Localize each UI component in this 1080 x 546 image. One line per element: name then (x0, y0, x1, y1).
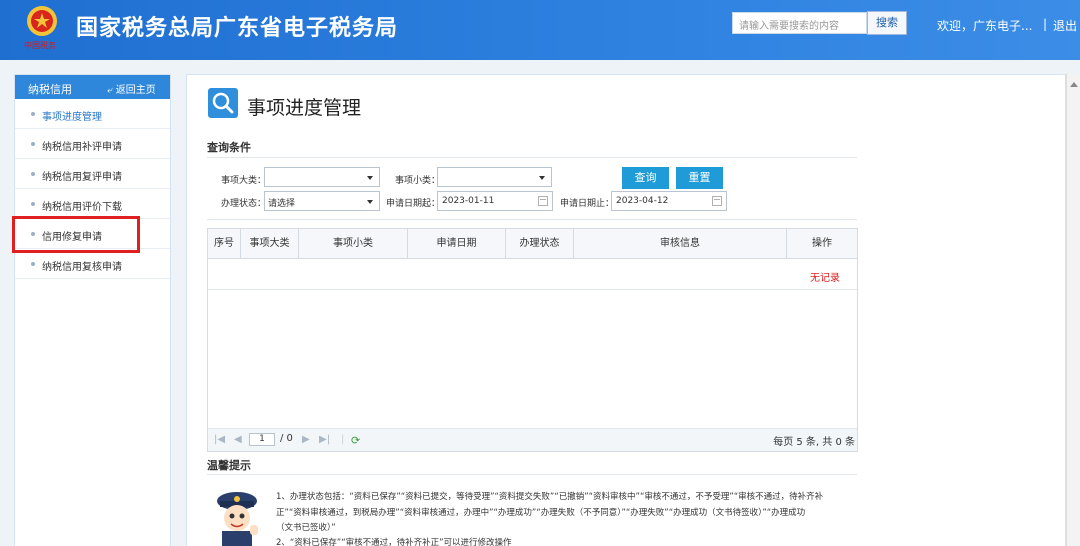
tip-line-1: 1、办理状态包括：“资料已保存”“资料已提交，等待受理”“资料提交失败”“已撤销… (276, 492, 824, 502)
calendar-icon[interactable] (538, 196, 548, 206)
sidebar-item-label: 纳税信用复核申请 (42, 262, 122, 273)
reset-button[interactable]: 重置 (676, 167, 723, 189)
prev-page-icon[interactable]: ◀ (234, 434, 242, 445)
status-selected-value: 请选择 (268, 199, 296, 209)
refresh-icon[interactable]: ⟳ (351, 434, 360, 447)
bullet-icon (31, 112, 35, 116)
section-divider (207, 219, 857, 220)
pagination-bar: |◀ ◀ 1 / 0 ▶ ▶| | ⟳ 每页 5 条, 共 0 条 (208, 428, 857, 451)
column-header: 申请日期 (408, 229, 506, 259)
column-header: 事项小类 (299, 229, 408, 259)
end-date-input[interactable]: 2023-04-12 (611, 191, 727, 211)
total-pages-text: / 0 (280, 433, 293, 444)
national-emblem-icon (27, 6, 57, 36)
column-header: 操作 (812, 238, 832, 249)
first-page-icon[interactable]: |◀ (214, 434, 225, 445)
bullet-icon (31, 172, 35, 176)
next-page-icon[interactable]: ▶ (302, 434, 310, 445)
sidebar-item-label: 事项进度管理 (42, 112, 102, 123)
bullet-icon (31, 202, 35, 206)
emblem-caption: 中国税务 (24, 41, 56, 50)
highlight-annotation-box (12, 216, 140, 253)
sidebar-item-label: 纳税信用补评申请 (42, 142, 122, 153)
sidebar-item-reevaluate[interactable]: 纳税信用复评申请 (15, 159, 170, 189)
section-divider (207, 474, 857, 475)
tip-line-3: （文书已签收）” (276, 523, 336, 533)
status-select[interactable]: 请选择 (264, 191, 380, 211)
calendar-icon[interactable] (712, 196, 722, 206)
tips-title: 温馨提示 (207, 459, 251, 472)
bullet-icon (31, 262, 35, 266)
pager-separator: | (341, 434, 345, 445)
sidebar-item-supplement[interactable]: 纳税信用补评申请 (15, 129, 170, 159)
chevron-down-icon (367, 176, 373, 180)
scroll-up-arrow-icon[interactable] (1070, 82, 1078, 87)
status-label: 办理状态： (221, 199, 267, 209)
query-button[interactable]: 查询 (622, 167, 669, 189)
logout-link[interactable]: 退出 (1053, 17, 1077, 34)
search-button[interactable]: 搜索 (867, 11, 907, 35)
start-date-input[interactable]: 2023-01-11 (437, 191, 553, 211)
no-records-text: 无记录 (810, 273, 840, 284)
progress-table: 序号 事项大类 事项小类 申请日期 办理状态 审核信息 操作 无记录 |◀ ◀ … (207, 228, 858, 452)
search-page-icon (208, 88, 238, 118)
sidebar-item-label: 纳税信用复评申请 (42, 172, 122, 183)
query-section-title: 查询条件 (207, 141, 251, 154)
column-header: 事项大类 (241, 229, 299, 259)
welcome-user-text: 欢迎，广东电子... (937, 19, 1033, 33)
back-arrow-icon: ⤶ (107, 85, 113, 96)
header-divider: | (1043, 17, 1048, 31)
major-category-select[interactable] (264, 167, 380, 187)
column-header: 办理状态 (506, 229, 574, 259)
column-header: 序号 (208, 229, 241, 259)
minor-category-label: 事项小类： (395, 176, 441, 186)
page-title: 事项进度管理 (247, 97, 362, 119)
end-date-label: 申请日期止： (560, 199, 615, 209)
table-header: 序号 事项大类 事项小类 申请日期 办理状态 审核信息 操作 (208, 229, 857, 259)
sidebar-header: 纳税信用 ⤶ 返回主页 (15, 75, 170, 99)
end-date-value: 2023-04-12 (616, 196, 669, 206)
sidebar-item-review[interactable]: 纳税信用复核申请 (15, 249, 170, 279)
bullet-icon (31, 142, 35, 146)
start-date-value: 2023-01-11 (442, 196, 495, 206)
sidebar-title: 纳税信用 (28, 83, 72, 96)
sidebar: 纳税信用 ⤶ 返回主页 事项进度管理 纳税信用补评申请 纳税信用复评申请 纳税信… (14, 74, 171, 546)
page-number-input[interactable]: 1 (249, 433, 275, 446)
tip-line-2: 正”“资料审核通过，到税局办理”“资料审核通过，办理中”“办理成功”“办理失败（… (276, 508, 806, 518)
site-title: 国家税务总局广东省电子税务局 (76, 16, 399, 41)
back-home-label: 返回主页 (115, 85, 156, 96)
table-row: 无记录 (208, 260, 857, 290)
start-date-label: 申请日期起： (386, 199, 441, 209)
page-info-text: 每页 5 条, 共 0 条 (773, 437, 855, 448)
tip-line-4: 2、“资料已保存”“审核不通过，待补齐补正”可以进行修改操作 (276, 538, 512, 546)
sidebar-item-download[interactable]: 纳税信用评价下载 (15, 189, 170, 219)
search-input[interactable]: 请输入需要搜索的内容 (732, 12, 867, 34)
chevron-down-icon (367, 200, 373, 204)
major-category-label: 事项大类： (221, 176, 267, 186)
chevron-down-icon (539, 176, 545, 180)
sidebar-item-label: 纳税信用评价下载 (42, 202, 122, 213)
top-header: 中国税务 国家税务总局广东省电子税务局 请输入需要搜索的内容 搜索 欢迎，广东电… (0, 0, 1080, 60)
minor-category-select[interactable] (437, 167, 552, 187)
back-home-link[interactable]: ⤶ 返回主页 (107, 81, 156, 96)
last-page-icon[interactable]: ▶| (319, 434, 330, 445)
column-header: 审核信息 (574, 229, 787, 259)
section-divider (207, 157, 857, 158)
vertical-scrollbar[interactable] (1066, 74, 1080, 546)
sidebar-item-progress[interactable]: 事项进度管理 (15, 99, 170, 129)
tax-officer-mascot-icon (217, 492, 258, 546)
